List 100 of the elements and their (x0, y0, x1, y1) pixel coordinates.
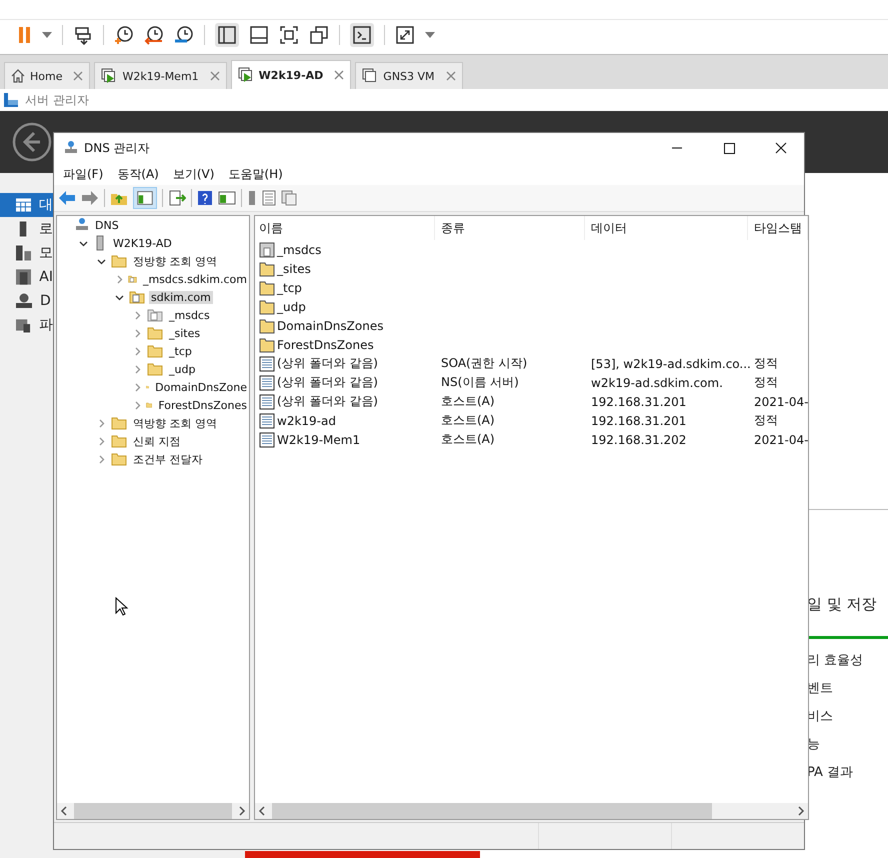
name-cell: w2k19-ad (277, 414, 336, 428)
folder-icon (111, 254, 127, 268)
vm-tab[interactable]: Home (4, 62, 90, 89)
network-icon[interactable] (73, 25, 93, 45)
nav-item[interactable]: 모 (0, 241, 53, 265)
nav-item[interactable]: 파 (0, 313, 53, 337)
pause-icon[interactable] (18, 26, 32, 44)
collapsed-chevron-icon[interactable] (133, 382, 142, 392)
record-icon (259, 374, 275, 390)
collapsed-chevron-icon[interactable] (133, 328, 142, 338)
tree-item[interactable]: DNS (93, 218, 121, 232)
folder-icon (147, 344, 163, 358)
back-icon[interactable] (12, 122, 52, 162)
expanded-chevron-icon[interactable] (115, 292, 124, 302)
tree-item[interactable]: _sites (167, 326, 202, 340)
type-cell: 호스트(A) (441, 431, 495, 448)
caret-icon[interactable] (425, 32, 435, 38)
export-icon[interactable] (168, 190, 186, 206)
type-cell: SOA(권한 시작) (441, 355, 528, 372)
zone-icon (259, 242, 275, 258)
resize-icon[interactable] (395, 25, 415, 45)
name-cell: _sites (277, 262, 311, 276)
tree-item[interactable]: 정방향 조회 영역 (131, 254, 219, 268)
documents-icon[interactable] (281, 190, 297, 206)
clock-plus-icon[interactable] (114, 25, 134, 45)
folder-icon (259, 336, 275, 352)
column-header[interactable]: 타임스탬 (748, 216, 808, 240)
menu-item[interactable]: 도움말(H) (228, 166, 283, 182)
menu-item[interactable]: 파일(F) (63, 166, 104, 182)
nav-item[interactable]: D (0, 289, 53, 313)
collapsed-chevron-icon[interactable] (97, 454, 106, 464)
fullscreen-icon[interactable] (279, 25, 299, 45)
tile-item[interactable]: 능 (807, 735, 888, 763)
column-header[interactable]: 데이터 (585, 216, 748, 240)
vm-tab[interactable]: W2k19-Mem1 (94, 62, 227, 89)
dns-icon (64, 140, 78, 156)
collapsed-chevron-icon[interactable] (115, 274, 124, 284)
window-title: DNS 관리자 (84, 140, 151, 156)
tree-item[interactable]: DomainDnsZone (153, 380, 249, 394)
collapsed-chevron-icon[interactable] (97, 436, 106, 446)
help-icon[interactable] (197, 190, 213, 206)
vm-tab[interactable]: W2k19-AD (230, 60, 352, 89)
folder-icon (259, 318, 275, 334)
grid-icon (16, 198, 31, 212)
horizontal-scrollbar[interactable] (255, 803, 808, 819)
data-cell: [53], w2k19-ad.sdkim.co... (591, 356, 751, 370)
forward-arrow-icon[interactable] (81, 190, 99, 206)
menu-item[interactable]: 동작(A) (117, 166, 159, 182)
server-manager-icon (3, 92, 19, 108)
vm-running-icon (101, 68, 118, 84)
timestamp-cell: 정적 (754, 374, 778, 391)
collapsed-chevron-icon[interactable] (97, 418, 106, 428)
column-header[interactable]: 이름 (255, 216, 435, 240)
record-icon (259, 356, 275, 372)
collapsed-chevron-icon[interactable] (133, 400, 142, 410)
tree-item[interactable]: _msdcs (167, 308, 212, 322)
tree-item[interactable]: ForestDnsZones (156, 398, 249, 412)
expanded-chevron-icon[interactable] (79, 238, 88, 248)
tree-item[interactable]: 역방향 조회 영역 (131, 416, 219, 430)
tree-item[interactable]: 신뢰 지점 (131, 434, 182, 448)
tree-toggle-icon[interactable] (133, 187, 157, 209)
name-cell: (상위 폴더와 같음) (277, 374, 378, 391)
nav-item[interactable]: 대 (0, 193, 53, 217)
tree-item[interactable]: 조건부 전달자 (131, 452, 204, 466)
collapsed-chevron-icon[interactable] (133, 310, 142, 320)
folder-server-icon (16, 317, 31, 333)
menu-item[interactable]: 보기(V) (172, 166, 214, 182)
bottom-panel-icon[interactable] (249, 25, 269, 45)
server-icon[interactable] (247, 190, 257, 206)
building-icon (16, 269, 32, 285)
tree-item[interactable]: _tcp (167, 344, 194, 358)
folder-icon (111, 416, 127, 430)
timestamp-cell: 2021-04- (754, 394, 808, 408)
name-cell: DomainDnsZones (277, 318, 384, 332)
nav-item[interactable]: 로 (0, 217, 53, 241)
column-header[interactable]: 종류 (435, 216, 585, 240)
tree-item[interactable]: W2K19-AD (111, 236, 174, 250)
collapsed-chevron-icon[interactable] (133, 364, 142, 374)
caret-icon[interactable] (42, 32, 52, 38)
tree-item[interactable]: _msdcs.sdkim.com (140, 272, 249, 286)
windows-icon[interactable] (309, 25, 329, 45)
expanded-chevron-icon[interactable] (97, 256, 106, 266)
sidebar-layout-icon[interactable] (215, 23, 239, 47)
folder-icon (111, 452, 127, 466)
name-cell: _msdcs (277, 242, 322, 256)
collapsed-chevron-icon[interactable] (133, 346, 142, 356)
back-arrow-icon[interactable] (58, 190, 76, 206)
tree-item[interactable]: sdkim.com (149, 290, 213, 304)
data-cell: w2k19-ad.sdkim.com. (591, 376, 723, 390)
console-icon[interactable] (350, 23, 374, 47)
tree-item[interactable]: _udp (167, 362, 198, 376)
timestamp-cell: 정적 (754, 412, 778, 429)
vm-tab[interactable]: GNS3 VM (355, 62, 463, 89)
list-icon[interactable] (262, 190, 276, 206)
type-cell: NS(이름 서버) (441, 374, 519, 391)
panel-icon[interactable] (218, 190, 236, 206)
nav-item[interactable]: AI (0, 265, 53, 289)
servers-icon (16, 245, 31, 261)
folder-icon (147, 362, 163, 376)
horizontal-scrollbar[interactable] (57, 803, 249, 819)
